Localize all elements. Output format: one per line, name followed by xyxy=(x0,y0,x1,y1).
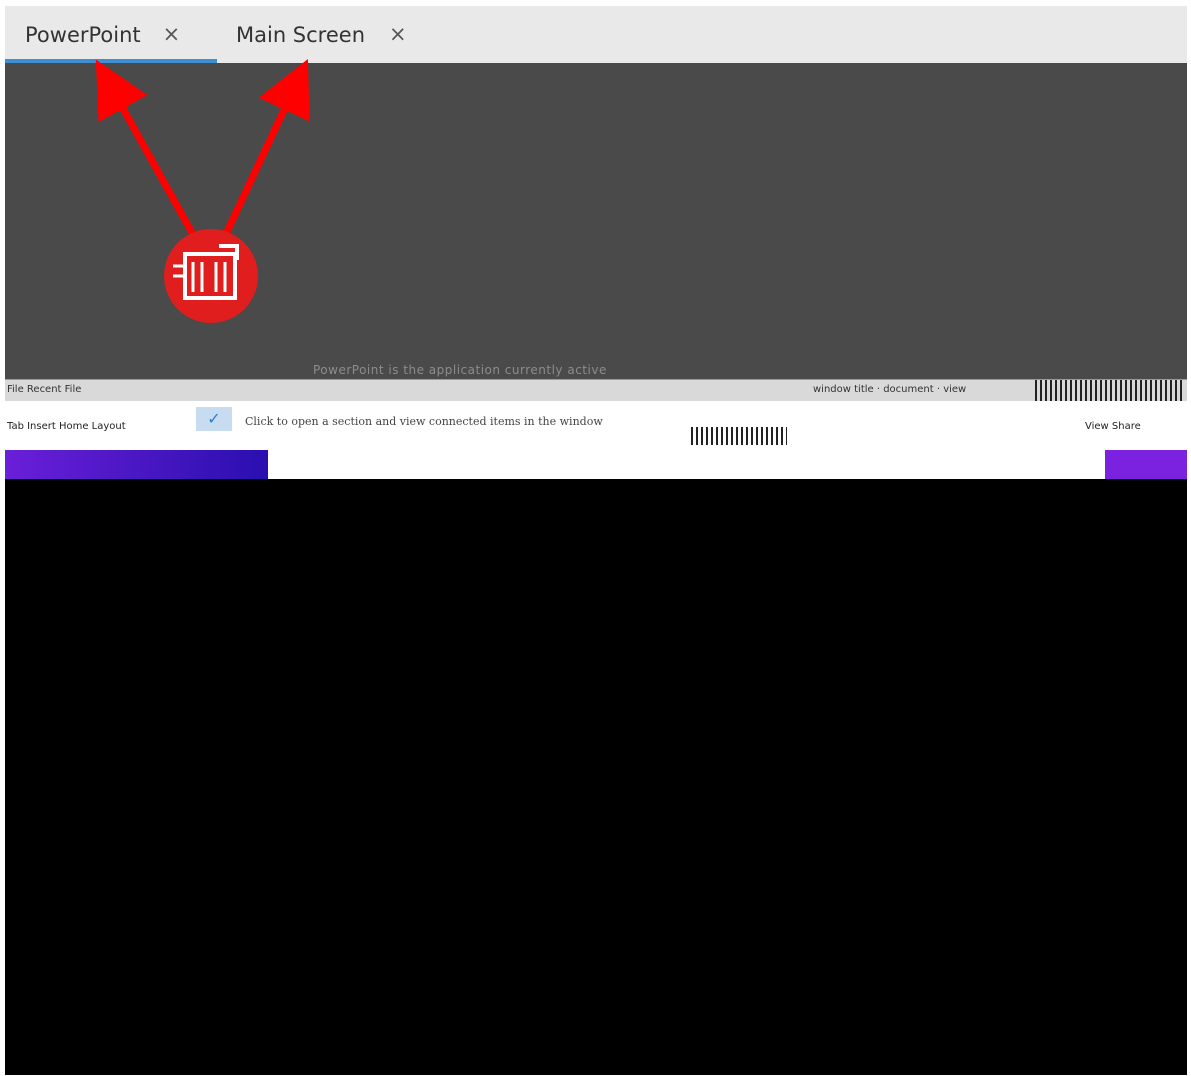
accent-strip xyxy=(5,445,1187,479)
titlebar-controls[interactable] xyxy=(1035,380,1185,402)
app-window: PowerPoint × Main Screen × PowerPoint is… xyxy=(5,6,1187,1075)
toolbar-message: Click to open a section and view connect… xyxy=(245,415,603,428)
tab-label: Main Screen xyxy=(236,22,366,47)
toolbar-right-text: View Share xyxy=(1085,421,1141,432)
accent-strip-right xyxy=(1105,450,1187,479)
tab-bar: PowerPoint × Main Screen × xyxy=(5,6,1187,63)
accent-strip-left xyxy=(5,450,268,479)
checkmark-icon[interactable]: ✓ xyxy=(196,407,232,431)
titlebar-left-text: File Recent File xyxy=(7,384,82,395)
content-caption: PowerPoint is the application currently … xyxy=(313,363,607,377)
embedded-window-toolbar: Tab Insert Home Layout ✓ Click to open a… xyxy=(5,401,1187,471)
tab-label: PowerPoint xyxy=(25,22,141,47)
tab-powerpoint[interactable]: PowerPoint × xyxy=(5,6,217,63)
toolbar-left-text: Tab Insert Home Layout xyxy=(7,421,126,432)
close-icon[interactable]: × xyxy=(389,24,407,45)
close-icon[interactable]: × xyxy=(163,24,181,45)
embedded-window-titlebar: File Recent File window title · document… xyxy=(5,379,1187,402)
main-content-area: PowerPoint is the application currently … xyxy=(5,63,1187,379)
tab-main-screen[interactable]: Main Screen × xyxy=(217,6,431,63)
titlebar-right-text: window title · document · view xyxy=(813,384,967,395)
